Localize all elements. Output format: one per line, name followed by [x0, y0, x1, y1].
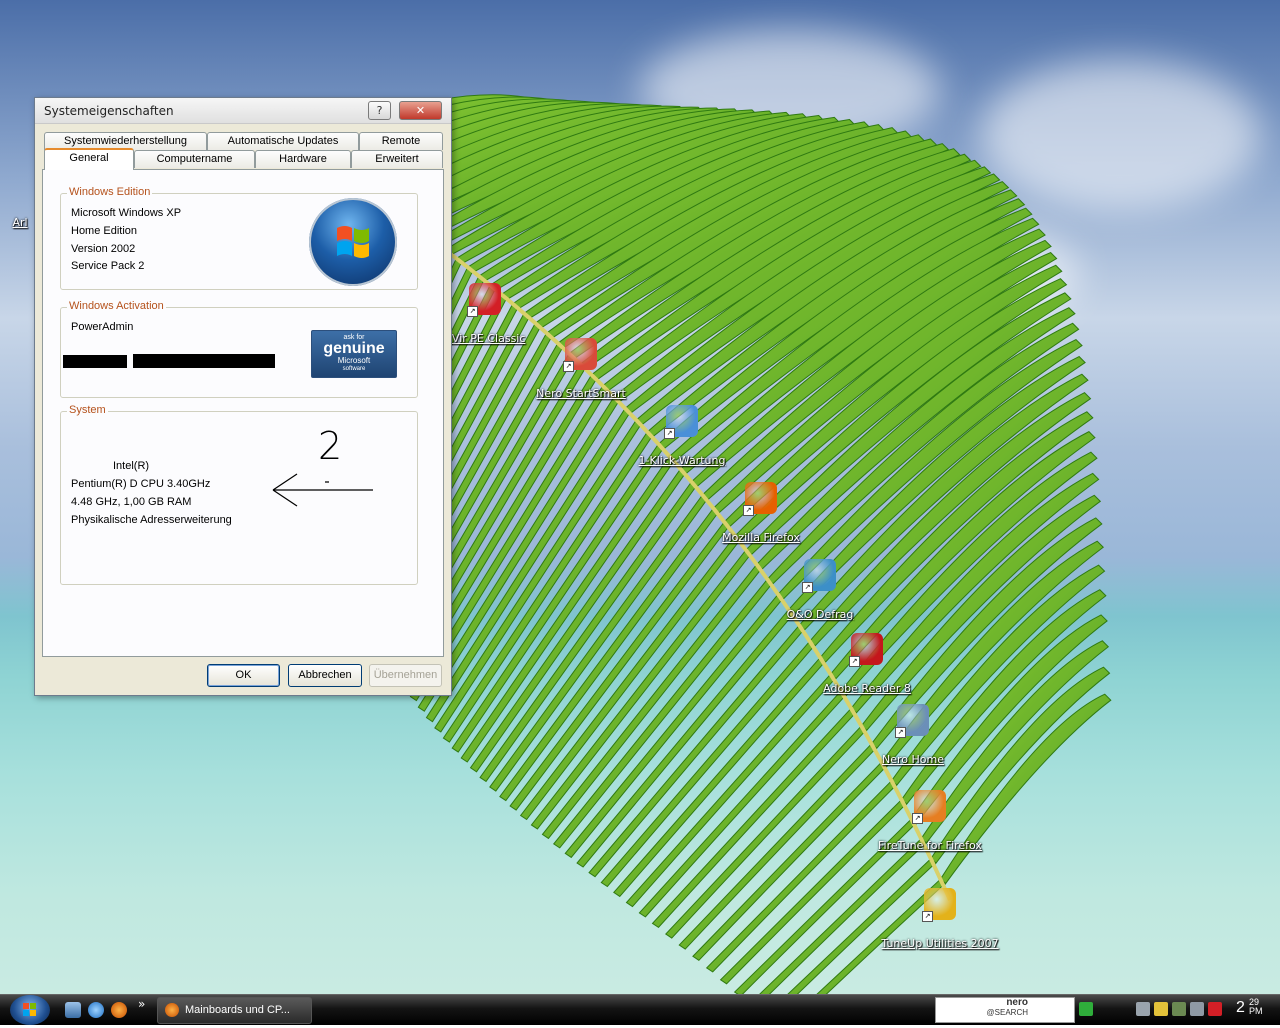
shortcut-arrow-icon: ↗ [849, 656, 860, 667]
redacted-product-key [133, 354, 275, 368]
desktop-icon-label: TuneUp Utilities 2007 [881, 937, 999, 950]
desktop-icon[interactable]: ↗ O&O Defrag [755, 559, 885, 621]
shortcut-arrow-icon: ↗ [912, 813, 923, 824]
start-button[interactable] [10, 995, 50, 1025]
nero-sub: @SEARCH [986, 1008, 1028, 1017]
safely-remove-tray-icon[interactable] [1172, 1002, 1186, 1016]
windows-activation-group: Windows Activation PowerAdmin ask for ge… [60, 300, 418, 398]
tuneup-1click-icon: ↗ [664, 405, 698, 439]
edition-line: Home Edition [71, 225, 138, 237]
windows-logo-icon [309, 198, 397, 286]
task-label: Mainboards und CP... [185, 1004, 290, 1016]
genuine-line4: software [342, 366, 366, 372]
windows-edition-legend: Windows Edition [67, 186, 153, 198]
desktop-icon-label: FireTune for Firefox [878, 839, 982, 852]
desktop-icon-label: Nero Home [882, 753, 944, 766]
desktop-icon[interactable]: ↗ TuneUp Utilities 2007 [875, 888, 1005, 950]
defrag-icon: ↗ [802, 559, 836, 593]
system-group: System Intel(R) Pentium(R) D CPU 3.40GHz… [60, 404, 418, 585]
handwritten-number: 2 [318, 424, 343, 468]
desktop-icon[interactable]: ↗ Mozilla Firefox [696, 482, 826, 544]
taskbar-button-firefox[interactable]: Mainboards und CP... [157, 997, 312, 1024]
go-arrow-icon[interactable] [1079, 1002, 1093, 1016]
tab-automatische-updates[interactable]: Automatische Updates [207, 132, 359, 150]
windows-edition-group: Windows Edition Microsoft Windows XP Hom… [60, 186, 418, 290]
clock-minute-ampm: 29 PM [1249, 998, 1263, 1016]
windows-orb-icon [23, 1003, 36, 1016]
shortcut-arrow-icon: ↗ [922, 911, 933, 922]
tab-computername[interactable]: Computername [134, 150, 255, 168]
close-button[interactable]: ✕ [399, 101, 442, 120]
tuneup-icon: ↗ [922, 888, 956, 922]
desktop-icon-label: tiVir PE Classic [444, 332, 526, 345]
nero-startsmart-icon: ↗ [563, 338, 597, 372]
show-desktop-icon[interactable] [65, 1002, 81, 1018]
pae-line: Physikalische Adresserweiterung [71, 514, 232, 526]
nero-search-box[interactable]: nero @SEARCH [935, 997, 1075, 1023]
ok-button[interactable]: OK [207, 664, 280, 687]
antivir-icon: ↗ [467, 283, 501, 317]
desktop-icon-label: Adobe Reader 8 [823, 682, 911, 695]
network-tray-icon[interactable] [1136, 1002, 1150, 1016]
clock[interactable]: 2 29 PM [1236, 998, 1263, 1017]
firetune-icon: ↗ [912, 790, 946, 824]
shortcut-arrow-icon: ↗ [664, 428, 675, 439]
dialog-title: Systemeigenschaften [44, 104, 174, 118]
edition-line: Service Pack 2 [71, 260, 145, 272]
shortcut-arrow-icon: ↗ [802, 582, 813, 593]
speaker-tray-icon[interactable] [1190, 1002, 1204, 1016]
dialog-titlebar[interactable]: Systemeigenschaften ? ✕ [35, 98, 451, 124]
desktop-icon[interactable]: ↗ Adobe Reader 8 [802, 633, 932, 695]
shortcut-arrow-icon: ↗ [563, 361, 574, 372]
windows-activation-legend: Windows Activation [67, 300, 166, 312]
nero-brand: nero [1006, 997, 1028, 1008]
edition-line: Version 2002 [71, 243, 136, 255]
activation-user: PowerAdmin [71, 321, 134, 333]
clock-hour: 2 [1236, 999, 1245, 1016]
desktop-icon-label: Mozilla Firefox [722, 531, 800, 544]
system-legend: System [67, 404, 108, 416]
genuine-microsoft-badge[interactable]: ask for genuine Microsoft software [311, 330, 397, 378]
edition-line: Microsoft Windows XP [71, 207, 182, 219]
desktop-icon-label: Arl [12, 216, 28, 229]
desktop-icon-label: 1-Klick-Wartung [638, 454, 726, 467]
shortcut-arrow-icon: ↗ [743, 505, 754, 516]
desktop-icon[interactable]: ↗ 1-Klick-Wartung [617, 405, 747, 467]
cpu-vendor: Intel(R) [113, 460, 150, 472]
general-tab-panel: Windows Edition Microsoft Windows XP Hom… [42, 169, 444, 657]
desktop-icon-label: Nero StartSmart [536, 387, 626, 400]
tab-erweitert[interactable]: Erweitert [351, 150, 443, 168]
desktop-icon[interactable]: ↗ Nero StartSmart [516, 338, 646, 400]
cpu-speed-ram: 4.48 GHz, 1,00 GB RAM [71, 496, 192, 508]
shortcut-arrow-icon: ↗ [895, 727, 906, 738]
tab-remote[interactable]: Remote [359, 132, 443, 150]
firefox-icon: ↗ [743, 482, 777, 516]
redacted-product-id [63, 355, 127, 368]
firefox-icon [165, 1003, 179, 1017]
cpu-model: Pentium(R) D CPU 3.40GHz [71, 478, 211, 490]
taskbar: » Mainboards und CP... nero @SEARCH 2 29… [0, 994, 1280, 1025]
system-properties-dialog: Systemeigenschaften ? ✕ Systemwiederhers… [34, 97, 452, 696]
clock-ampm: PM [1249, 1006, 1263, 1016]
antivir-tray-icon[interactable] [1208, 1002, 1222, 1016]
shortcut-arrow-icon: ↗ [467, 306, 478, 317]
genuine-line3: Microsoft [337, 356, 371, 365]
tab-general[interactable]: General [44, 148, 134, 170]
nero-home-icon: ↗ [895, 704, 929, 738]
genuine-line2: genuine [323, 340, 385, 357]
firefox-quicklaunch-icon[interactable] [111, 1002, 127, 1018]
adobe-reader-icon: ↗ [849, 633, 883, 667]
cancel-button[interactable]: Abbrechen [288, 664, 362, 687]
desktop-icon[interactable]: ↗ Nero Home [848, 704, 978, 766]
warning-tray-icon[interactable] [1154, 1002, 1168, 1016]
apply-button[interactable]: Übernehmen [369, 664, 442, 687]
handwritten-arrow-annotation [272, 473, 373, 507]
tab-hardware[interactable]: Hardware [255, 150, 351, 168]
desktop-icon[interactable]: ↗ FireTune for Firefox [865, 790, 995, 852]
quicklaunch-more-chevron[interactable]: » [138, 997, 145, 1011]
internet-explorer-icon[interactable] [88, 1002, 104, 1018]
help-button[interactable]: ? [368, 101, 391, 120]
desktop-icon-label: O&O Defrag [786, 608, 854, 621]
